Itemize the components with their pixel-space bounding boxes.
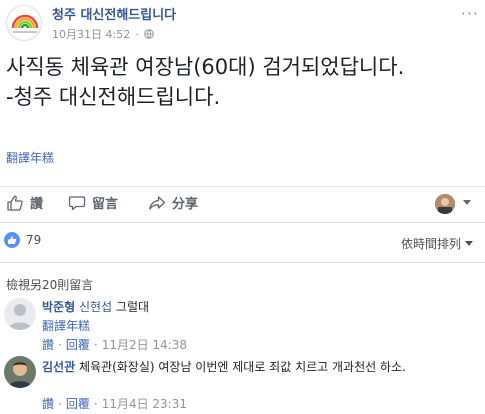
avatar[interactable]	[4, 298, 36, 330]
comment-reply-link[interactable]: 回覆	[66, 337, 90, 354]
share-label: 分享	[172, 197, 199, 212]
comment-button[interactable]: 留言	[68, 193, 118, 212]
avatar[interactable]	[4, 356, 36, 388]
share-button[interactable]: 分享	[148, 193, 198, 212]
post-meta: 10月31日 4:52 ·	[52, 26, 154, 42]
post-header: 청주 대신전해드립니다 10月31日 4:52 · ···	[0, 0, 485, 46]
sort-dropdown[interactable]: 依時間排列	[401, 235, 473, 252]
rainbow-logo-icon	[11, 14, 39, 33]
share-arrow-icon	[149, 195, 166, 210]
meta-separator: ·	[93, 397, 98, 411]
page-name[interactable]: 청주 대신전해드립니다	[52, 4, 176, 23]
like-badge-icon	[4, 232, 20, 248]
divider	[0, 186, 485, 187]
chevron-down-icon	[465, 241, 473, 246]
comment-mention[interactable]: 신현섭	[79, 300, 112, 314]
post-text-line: 사직동 체육관 여장남(60대) 검거되었답니다.	[6, 55, 405, 79]
chevron-down-icon[interactable]	[463, 200, 471, 205]
thumbs-up-icon	[7, 195, 23, 211]
comment-timestamp[interactable]: 11月4日 23:31	[102, 396, 187, 413]
comment-meta: 讚 · 回覆 · 11月2日 14:38	[42, 337, 187, 354]
page-avatar[interactable]	[6, 5, 42, 41]
comment-meta: 讚 · 回覆 · 11月4日 23:31	[42, 396, 406, 413]
viewer-avatar[interactable]	[435, 194, 455, 214]
comment-translate-link[interactable]: 翻譯年糕	[42, 318, 187, 335]
divider	[0, 222, 485, 223]
comment-body: 김선관 체육관(화장실) 여장남 이번엔 제대로 죄값 치르고 개과천선 하소.…	[42, 359, 406, 413]
comment-author[interactable]: 박준형	[42, 300, 75, 314]
comment-text: 그럴대	[115, 300, 150, 314]
globe-icon	[143, 29, 154, 39]
post-text-line: -청주 대신전해드립니다.	[6, 85, 221, 109]
reactions-summary[interactable]: 79	[4, 232, 41, 248]
divider	[0, 262, 485, 263]
meta-separator: ·	[135, 27, 139, 41]
speech-bubble-icon	[68, 195, 86, 210]
meta-separator: ·	[58, 397, 62, 411]
comment-like-link[interactable]: 讚	[42, 337, 54, 354]
comment-timestamp[interactable]: 11月2日 14:38	[102, 337, 187, 354]
comment-text: 체육관(화장실) 여장남 이번엔 제대로 죄값 치르고 개과천선 하소.	[78, 360, 406, 374]
post-date[interactable]: 10月31日 4:52	[52, 26, 130, 42]
meta-separator: ·	[58, 338, 62, 352]
sort-label: 依時間排列	[400, 237, 461, 251]
more-options-icon[interactable]: ···	[461, 4, 479, 23]
comment-like-link[interactable]: 讚	[42, 396, 54, 413]
comment-author[interactable]: 김선관	[42, 360, 75, 374]
reaction-count: 79	[26, 233, 42, 247]
action-bar: 讚 留言 分享	[0, 188, 485, 220]
comment-body: 박준형 신현섭 그럴대 翻譯年糕 讚 · 回覆 · 11月2日 14:38	[42, 299, 187, 354]
like-label: 讚	[30, 197, 44, 212]
like-button[interactable]: 讚	[6, 193, 43, 212]
post-text: 사직동 체육관 여장남(60대) 검거되었답니다. -청주 대신전해드립니다.	[6, 52, 478, 112]
comment-label: 留言	[92, 197, 119, 212]
view-more-comments-link[interactable]: 檢視另20則留言	[6, 276, 93, 293]
post-translate-link[interactable]: 翻譯年糕	[6, 149, 54, 166]
comment-reply-link[interactable]: 回覆	[66, 396, 90, 413]
meta-separator: ·	[93, 338, 98, 352]
